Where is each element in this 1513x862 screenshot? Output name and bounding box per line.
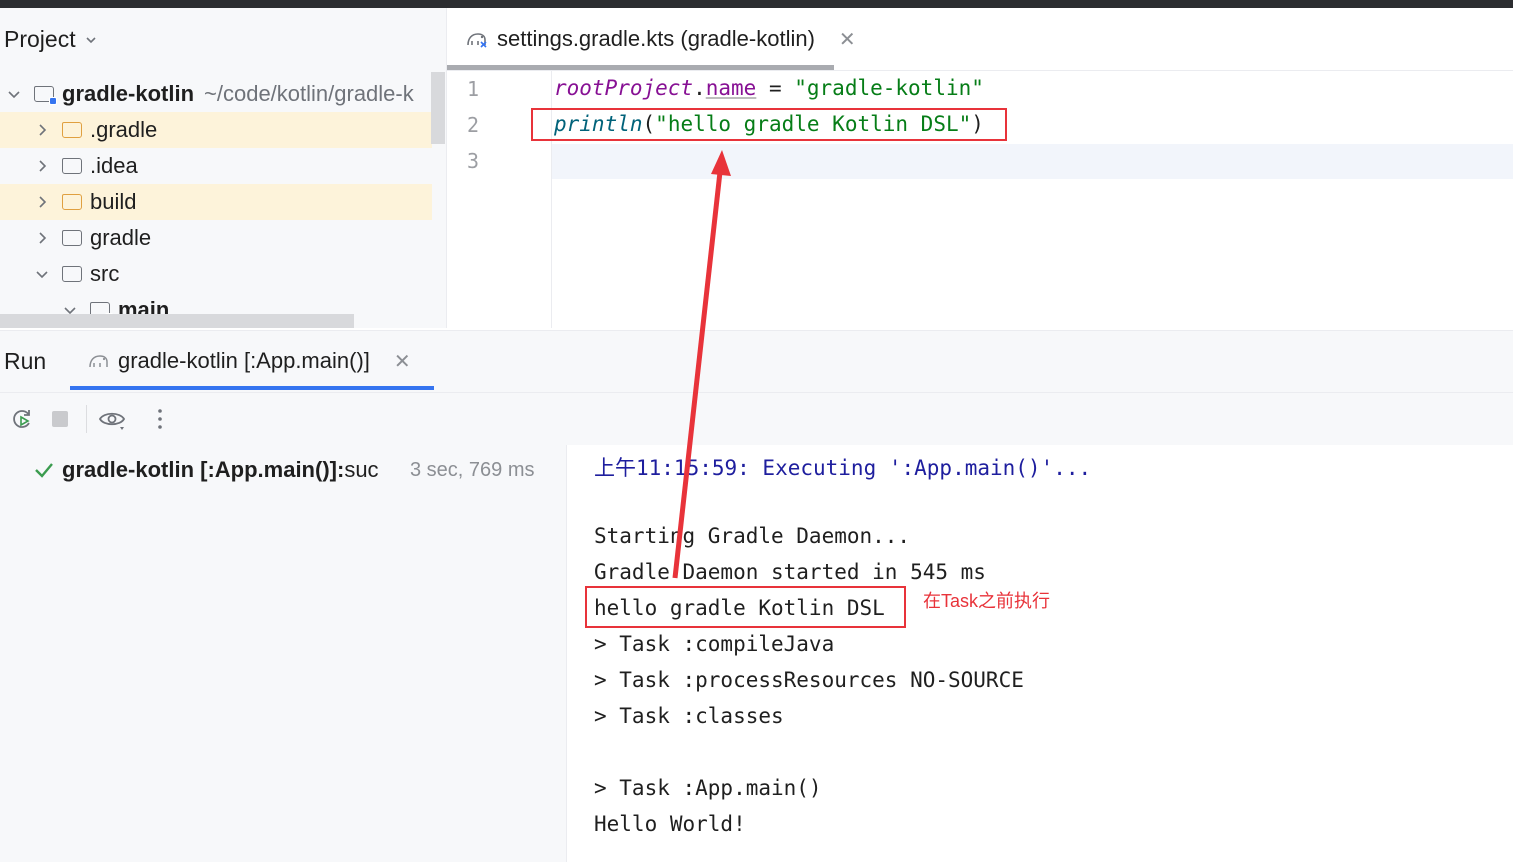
chevron-down-icon xyxy=(8,91,20,99)
active-tab-indicator xyxy=(70,386,434,390)
tree-item-gradle[interactable]: gradle xyxy=(0,220,432,256)
more-vertical-icon xyxy=(158,409,162,429)
run-tab-label: gradle-kotlin [:App.main()] xyxy=(118,348,370,373)
code-token: name xyxy=(705,76,757,100)
folder-icon xyxy=(62,266,82,282)
rerun-button[interactable] xyxy=(10,407,34,431)
window-top-bar xyxy=(0,0,1513,8)
module-folder-icon xyxy=(34,86,57,105)
run-tab[interactable]: gradle-kotlin [:App.main()] ✕ xyxy=(88,348,411,374)
run-item-status: suc xyxy=(344,457,379,482)
line-number: 2 xyxy=(467,113,480,137)
root-name: gradle-kotlin xyxy=(62,81,195,106)
tree-item-idea[interactable]: .idea xyxy=(0,148,432,184)
run-panel-header: Run gradle-kotlin [:App.main()] ✕ xyxy=(0,330,1513,393)
annotation-note: 在Task之前执行 xyxy=(923,591,1051,611)
stop-icon xyxy=(52,411,68,427)
code-token: . xyxy=(693,76,706,100)
folder-icon xyxy=(62,122,82,138)
chevron-down-icon xyxy=(36,271,48,279)
eye-icon xyxy=(98,412,126,430)
tree-item-label: .idea xyxy=(90,153,138,178)
folder-icon xyxy=(62,194,82,210)
tab-label: settings.gradle.kts (gradle-kotlin) xyxy=(497,26,815,51)
console-line: > Task :compileJava xyxy=(594,632,835,656)
console-line: > Task :classes xyxy=(594,704,784,728)
tree-item-root[interactable]: gradle-kotlin ~/code/kotlin/gradle-k xyxy=(0,76,432,112)
project-panel: Project gradle-kotlin ~/code/kotlin/grad… xyxy=(0,8,446,328)
console-highlight-box xyxy=(585,586,906,628)
run-item-name: gradle-kotlin [:App.main()]: xyxy=(62,457,345,482)
console-output[interactable]: 上午11:15:59: Executing ':App.main()'... S… xyxy=(567,445,1513,862)
project-panel-title[interactable]: Project xyxy=(4,26,98,53)
console-line: > Task :processResources NO-SOURCE xyxy=(594,668,1024,692)
editor-highlight-box xyxy=(531,108,1007,141)
close-icon[interactable]: ✕ xyxy=(839,27,856,52)
code-token: "gradle-kotlin" xyxy=(794,76,984,100)
stop-button[interactable] xyxy=(48,407,72,431)
folder-icon xyxy=(62,230,82,246)
tree-item-label: gradle xyxy=(90,225,152,250)
tree-item-build[interactable]: build xyxy=(0,184,432,220)
current-line-highlight xyxy=(447,144,1513,179)
tree-item-label: src xyxy=(90,261,120,286)
console-line: 上午11:15:59: Executing ':App.main()'... xyxy=(594,456,1092,480)
chevron-right-icon xyxy=(39,196,47,208)
chevron-right-icon xyxy=(39,232,47,244)
gradle-elephant-icon xyxy=(467,33,487,48)
tree-item-label: .gradle xyxy=(90,117,158,142)
toolbar-separator xyxy=(86,405,87,433)
code-token: = xyxy=(756,76,795,100)
tab-settings-gradle-kts[interactable]: settings.gradle.kts (gradle-kotlin) ✕ xyxy=(465,26,856,52)
console-line: > Task :App.main() xyxy=(594,776,822,800)
line-number: 3 xyxy=(467,149,480,173)
tree-horizontal-scrollbar[interactable] xyxy=(0,314,354,328)
editor-horizontal-scrollbar[interactable] xyxy=(447,65,834,70)
rerun-icon xyxy=(13,410,30,428)
root-path: ~/code/kotlin/gradle-k xyxy=(204,81,414,106)
more-options-button[interactable] xyxy=(148,407,172,431)
tree-item-label: build xyxy=(90,189,137,214)
run-tree-item[interactable]: gradle-kotlin [:App.main()]: suc 3 sec, … xyxy=(34,457,554,483)
folder-icon xyxy=(62,158,82,174)
code-line-1[interactable]: rootProject.name = "gradle-kotlin" xyxy=(554,76,984,100)
console-line: Gradle Daemon started in 545 ms xyxy=(594,560,986,584)
code-token: rootProject xyxy=(554,76,694,100)
run-toolbar xyxy=(0,392,1513,446)
tree-item-src[interactable]: src xyxy=(0,256,432,292)
run-panel-title: Run xyxy=(4,348,47,374)
chevron-down-icon xyxy=(86,36,96,43)
run-item-duration: 3 sec, 769 ms xyxy=(408,458,535,482)
close-icon[interactable]: ✕ xyxy=(394,349,411,374)
run-tree-pane: gradle-kotlin [:App.main()]: suc 3 sec, … xyxy=(0,445,567,862)
chevron-right-icon xyxy=(39,124,47,136)
tree-vertical-scrollbar[interactable] xyxy=(431,72,445,144)
project-title-label: Project xyxy=(4,26,76,52)
editor-tab-bar: settings.gradle.kts (gradle-kotlin) ✕ xyxy=(447,8,1513,71)
view-options-button[interactable] xyxy=(98,407,126,431)
gradle-elephant-icon xyxy=(89,355,108,368)
checkmark-icon xyxy=(35,463,53,478)
console-line: Hello World! xyxy=(594,812,746,836)
tree-item-gradle-dir[interactable]: .gradle xyxy=(0,112,432,148)
chevron-right-icon xyxy=(39,160,47,172)
line-number: 1 xyxy=(467,77,480,101)
console-line: Starting Gradle Daemon... xyxy=(594,524,911,548)
